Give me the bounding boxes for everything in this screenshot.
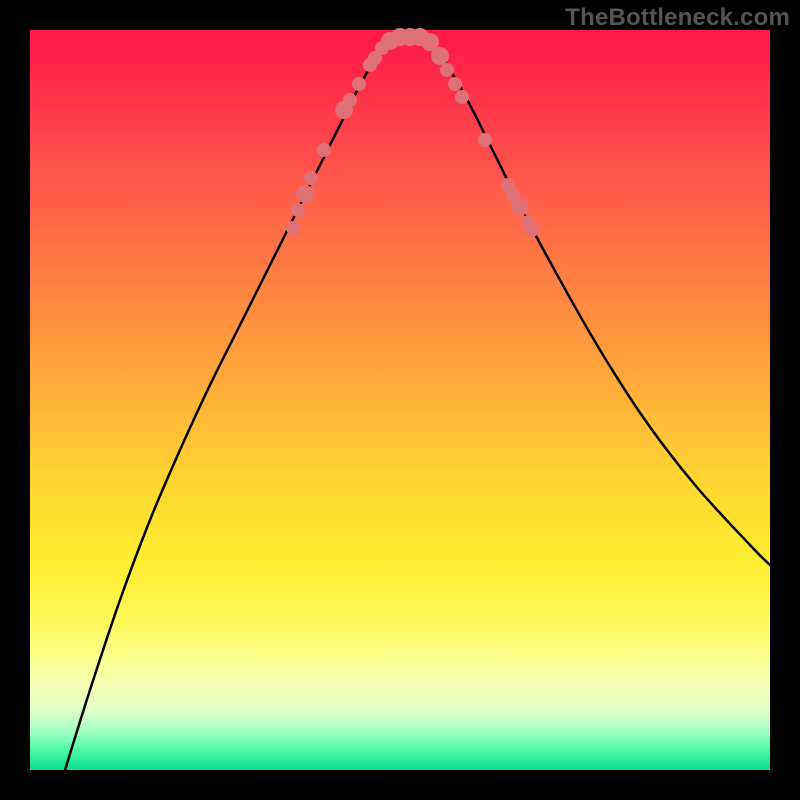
plot-area (30, 30, 770, 770)
data-markers (286, 28, 539, 237)
data-marker (304, 171, 318, 185)
data-marker (455, 90, 469, 104)
data-marker (440, 63, 454, 77)
data-marker (317, 143, 331, 157)
data-marker (352, 77, 366, 91)
data-marker (448, 77, 462, 91)
chart-svg (30, 30, 770, 770)
curve-line (65, 36, 770, 770)
data-marker (286, 221, 300, 235)
data-marker (525, 223, 539, 237)
data-marker (296, 185, 314, 203)
data-marker (291, 203, 305, 217)
data-marker (343, 93, 357, 107)
chart-frame: TheBottleneck.com (0, 0, 800, 800)
data-marker (478, 133, 492, 147)
watermark-text: TheBottleneck.com (565, 4, 790, 32)
data-marker (431, 47, 449, 65)
data-marker (511, 198, 529, 216)
